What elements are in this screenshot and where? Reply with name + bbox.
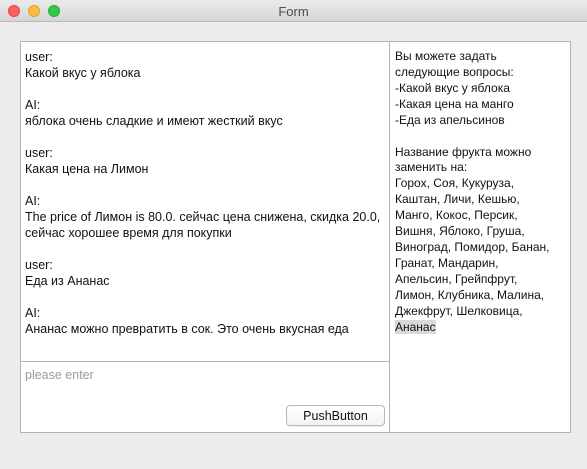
- message-role: user:: [25, 258, 53, 272]
- message-text: The price of Лимон is 80.0. сейчас цена …: [25, 210, 381, 240]
- fruit-list-line: Каштан, Личи, Кешью,: [395, 192, 520, 207]
- message-input[interactable]: [21, 362, 389, 388]
- push-button[interactable]: PushButton: [286, 405, 385, 426]
- help-text: Вы можете задать: [395, 49, 497, 63]
- selected-text[interactable]: Ананас: [395, 319, 436, 334]
- form-frame: user: Какой вкус у яблока AI: яблока оче…: [20, 41, 571, 433]
- input-area: PushButton: [21, 362, 390, 432]
- message-text: Какая цена на Лимон: [25, 162, 149, 176]
- help-text: -Какая цена на манго: [395, 96, 514, 111]
- fruit-list-line: Манго, Кокос, Персик,: [395, 208, 518, 223]
- chat-message: user: Какой вкус у яблока: [25, 49, 385, 81]
- message-text: Еда из Ананас: [25, 274, 110, 288]
- message-text: Какой вкус у яблока: [25, 66, 141, 80]
- window-titlebar[interactable]: Form: [0, 0, 587, 22]
- message-role: user:: [25, 50, 53, 64]
- help-text: -Какой вкус у яблока: [395, 80, 510, 95]
- help-text: Название фрукта можно: [395, 144, 532, 159]
- chat-message: user: Еда из Ананас: [25, 257, 385, 289]
- message-role: AI:: [25, 194, 41, 208]
- fruit-list-line: Джекфрут, Шелковица,: [395, 303, 523, 318]
- message-role: user:: [25, 146, 53, 160]
- fruit-list-line: Виноград, Помидор, Банан,: [395, 239, 550, 254]
- message-role: AI:: [25, 306, 41, 320]
- chat-message: AI: Ананас можно превратить в сок. Это о…: [25, 305, 385, 337]
- help-text: -Еда из апельсинов: [395, 112, 505, 127]
- help-text: следующие вопросы:: [395, 64, 514, 79]
- fruit-list-line: Апельсин, Грейпфрут,: [395, 271, 518, 286]
- chat-message: AI: яблока очень сладкие и имеют жесткий…: [25, 97, 385, 129]
- fruit-list-line: Вишня, Яблоко, Груша,: [395, 224, 525, 239]
- chat-history[interactable]: user: Какой вкус у яблока AI: яблока оче…: [21, 42, 390, 362]
- help-panel: Вы можете задать следующие вопросы: -Как…: [390, 42, 570, 432]
- fruit-list-line: Горох, Соя, Кукуруза,: [395, 176, 515, 191]
- help-text: заменить на:: [395, 160, 468, 175]
- chat-message: AI: The price of Лимон is 80.0. сейчас ц…: [25, 193, 385, 241]
- fruit-list-line: Гранат, Мандарин,: [395, 255, 499, 270]
- fruit-list-line: Ананас: [395, 319, 565, 336]
- window-title: Form: [278, 4, 309, 19]
- message-text: яблока очень сладкие и имеют жесткий вку…: [25, 114, 283, 128]
- fruit-list-line: Лимон, Клубника, Малина,: [395, 287, 545, 302]
- chat-message: user: Какая цена на Лимон: [25, 145, 385, 177]
- message-text: Ананас можно превратить в сок. Это очень…: [25, 322, 349, 336]
- message-role: AI:: [25, 98, 41, 112]
